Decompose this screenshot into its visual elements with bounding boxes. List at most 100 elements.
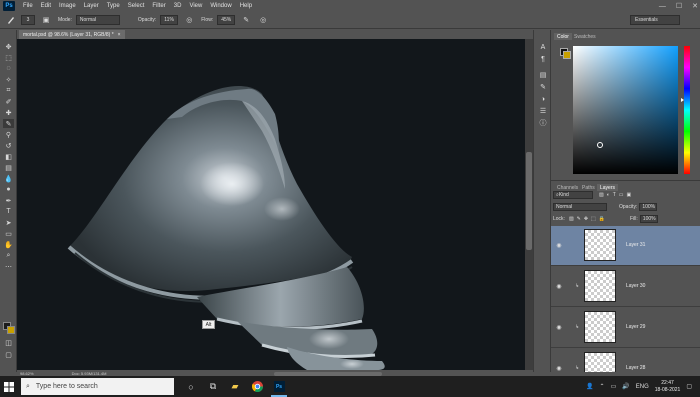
brush-presets-icon[interactable]: ✎ xyxy=(537,82,549,92)
shape-tool-icon[interactable]: ▭ xyxy=(3,229,14,238)
document-tab-title: mortal.psd @ 98.6% (Layer 31, RGB/8) * xyxy=(23,31,114,38)
brush-tool-icon[interactable]: ✎ xyxy=(3,119,14,128)
menu-layer[interactable]: Layer xyxy=(84,3,99,9)
hand-tool-icon[interactable]: ✋ xyxy=(3,240,14,249)
clock[interactable]: 22:47 18-08-2021 xyxy=(655,380,681,394)
gradient-tool-icon[interactable]: ▤ xyxy=(3,163,14,172)
color-panel-background-swatch[interactable] xyxy=(563,51,571,59)
brush-size-picker[interactable]: 3 xyxy=(21,15,35,25)
more-tools-icon[interactable]: ⋯ xyxy=(3,262,14,271)
menu-3d[interactable]: 3D xyxy=(174,3,182,9)
history-panel-icon[interactable]: ▤ xyxy=(537,70,549,80)
dodge-tool-icon[interactable]: ● xyxy=(3,185,14,194)
history-brush-tool-icon[interactable]: ↺ xyxy=(3,141,14,150)
menu-edit[interactable]: Edit xyxy=(41,3,51,9)
menu-file[interactable]: File xyxy=(23,3,33,9)
lock-icons[interactable]: ▨✎✥⬚🔒 xyxy=(569,216,608,222)
layer-row[interactable]: ◉ Layer 31 xyxy=(551,226,700,266)
crop-tool-icon[interactable]: ⌗ xyxy=(3,86,14,95)
layer-kind-filter[interactable]: ⌕ Kind xyxy=(553,190,593,199)
menu-image[interactable]: Image xyxy=(59,3,76,9)
adjustments-panel-icon[interactable]: ◑ xyxy=(537,94,549,104)
hue-slider-marker[interactable] xyxy=(681,98,684,102)
hue-slider[interactable] xyxy=(684,46,690,174)
opacity-input[interactable]: 11% xyxy=(160,15,179,25)
flow-input[interactable]: 45% xyxy=(217,15,236,25)
menu-select[interactable]: Select xyxy=(128,3,145,9)
marquee-tool-icon[interactable]: ⬚ xyxy=(3,53,14,62)
eye-icon[interactable]: ◉ xyxy=(555,241,563,249)
properties-panel-icon[interactable]: ☰ xyxy=(537,106,549,116)
type-tool-icon[interactable]: T xyxy=(3,207,14,216)
photoshop-taskbar-icon[interactable]: Ps xyxy=(268,376,290,397)
screen-mode-icon[interactable]: ▢ xyxy=(3,350,14,359)
brush-tool-preset-icon[interactable] xyxy=(5,14,17,26)
path-select-tool-icon[interactable]: ➤ xyxy=(3,218,14,227)
color-saturation-field[interactable] xyxy=(573,46,678,174)
task-view-icon[interactable]: ⧉ xyxy=(202,376,224,397)
eyedropper-tool-icon[interactable]: ✐ xyxy=(3,97,14,106)
language-indicator[interactable]: ENG xyxy=(636,384,649,390)
clone-stamp-tool-icon[interactable]: ⚲ xyxy=(3,130,14,139)
pressure-opacity-icon[interactable]: ◎ xyxy=(183,14,195,26)
menu-view[interactable]: View xyxy=(189,3,202,9)
vertical-scrollbar-thumb[interactable] xyxy=(526,152,532,250)
move-tool-icon[interactable]: ✥ xyxy=(3,42,14,51)
menu-type[interactable]: Type xyxy=(107,3,120,9)
layer-row[interactable]: ◉ ↳ Layer 28 xyxy=(551,349,700,372)
blur-tool-icon[interactable]: 💧 xyxy=(3,174,14,183)
background-color-swatch[interactable] xyxy=(7,326,15,334)
minimize-button[interactable]: — xyxy=(659,3,666,10)
color-picker-cursor[interactable] xyxy=(597,142,603,148)
tab-color[interactable]: Color xyxy=(554,33,572,40)
airbrush-icon[interactable]: ✎ xyxy=(240,14,252,26)
info-panel-icon[interactable]: ⓘ xyxy=(537,118,549,128)
layer-row[interactable]: ◉ ↳ Layer 29 xyxy=(551,308,700,348)
layer-opacity-value: 100% xyxy=(642,203,656,210)
lasso-tool-icon[interactable]: ◌ xyxy=(3,64,14,73)
helmet-painting xyxy=(67,86,385,370)
fill-input[interactable]: 100% xyxy=(639,214,658,223)
eye-icon[interactable]: ◉ xyxy=(555,364,563,372)
pen-tool-icon[interactable]: ✒ xyxy=(3,196,14,205)
close-button[interactable]: ✕ xyxy=(692,2,698,10)
notification-icon[interactable]: ▢ xyxy=(686,383,692,390)
eye-icon[interactable]: ◉ xyxy=(555,282,563,290)
workspace-select[interactable]: Essentials xyxy=(630,15,680,25)
quick-mask-icon[interactable]: ◫ xyxy=(3,338,14,347)
cortana-icon[interactable]: ○ xyxy=(180,376,202,397)
menu-help[interactable]: Help xyxy=(240,3,252,9)
document-tab-close-icon[interactable]: × xyxy=(118,32,121,38)
document-tab[interactable]: mortal.psd @ 98.6% (Layer 31, RGB/8) * × xyxy=(19,30,125,39)
brush-panel-toggle-icon[interactable]: ▣ xyxy=(40,14,52,26)
layer-filter-icons[interactable]: ▨◐T▭▣ xyxy=(599,192,634,198)
blend-mode-select[interactable]: Normal xyxy=(553,202,607,211)
lock-label: Lock: xyxy=(553,215,565,222)
taskbar-search-box[interactable]: ⌕ Type here to search xyxy=(21,378,174,395)
status-zoom[interactable]: 98.62% xyxy=(20,371,34,376)
tab-swatches[interactable]: Swatches xyxy=(571,33,599,40)
person-icon[interactable]: 👤 xyxy=(586,383,593,390)
volume-icon[interactable]: 🔊 xyxy=(622,383,629,390)
mode-select[interactable]: Normal xyxy=(75,15,120,25)
photoshop-logo: Ps xyxy=(3,1,15,11)
character-panel-icon[interactable]: A xyxy=(537,42,549,52)
menu-filter[interactable]: Filter xyxy=(152,3,165,9)
file-explorer-icon[interactable]: ▰ xyxy=(224,376,246,397)
layer-row[interactable]: ◉ ↳ Layer 30 xyxy=(551,267,700,307)
healing-brush-tool-icon[interactable]: ✚ xyxy=(3,108,14,117)
eraser-tool-icon[interactable]: ◧ xyxy=(3,152,14,161)
zoom-tool-icon[interactable]: ⌕ xyxy=(3,251,14,260)
menu-window[interactable]: Window xyxy=(210,3,231,9)
start-button[interactable] xyxy=(0,376,18,397)
paragraph-panel-icon[interactable]: ¶ xyxy=(537,54,549,64)
maximize-button[interactable]: ☐ xyxy=(676,2,682,10)
eye-icon[interactable]: ◉ xyxy=(555,323,563,331)
network-icon[interactable]: ▭ xyxy=(611,383,617,390)
document-canvas[interactable] xyxy=(17,39,525,370)
pressure-size-icon[interactable]: ◎ xyxy=(257,14,269,26)
chrome-icon[interactable] xyxy=(246,376,268,397)
quick-select-tool-icon[interactable]: ✧ xyxy=(3,75,14,84)
chevron-up-icon[interactable]: ⌃ xyxy=(600,383,605,390)
layer-opacity-input[interactable]: 100% xyxy=(639,202,658,211)
